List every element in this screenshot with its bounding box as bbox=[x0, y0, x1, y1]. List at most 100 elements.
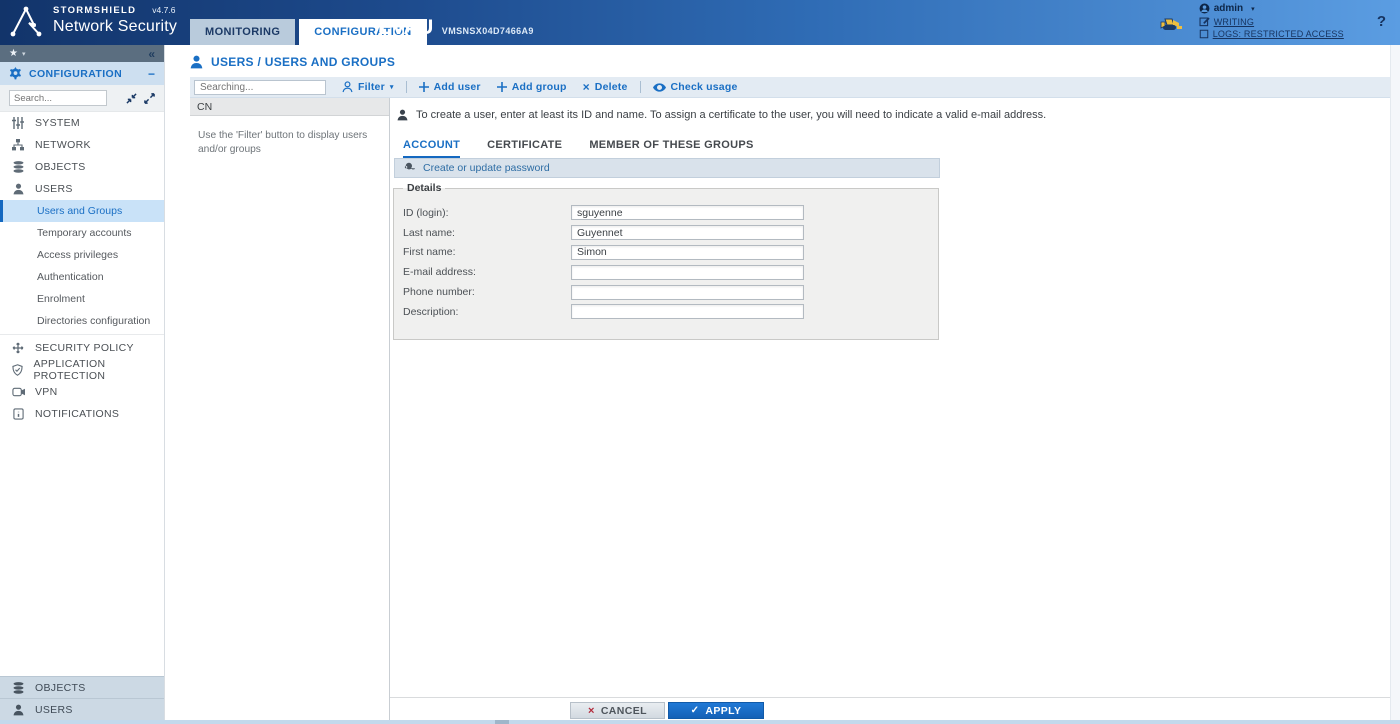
filter-button[interactable]: Filter ▾ bbox=[334, 81, 402, 93]
sidebar: ★ ▾ « CONFIGURATION − bbox=[0, 45, 165, 720]
configuration-label: CONFIGURATION bbox=[29, 68, 122, 80]
field-row-id: ID (login): bbox=[403, 203, 938, 223]
field-row-phone: Phone number: bbox=[403, 282, 938, 302]
sidebar-footer: OBJECTS USERS bbox=[0, 676, 164, 720]
edit-icon bbox=[1199, 16, 1210, 27]
id-login-field[interactable] bbox=[571, 205, 804, 220]
add-user-button[interactable]: Add user bbox=[411, 81, 489, 93]
writing-mode-label: WRITING bbox=[1214, 17, 1254, 27]
chevron-down-icon: ▾ bbox=[390, 83, 394, 91]
user-icon bbox=[11, 704, 25, 716]
top-bar: STORMSHIELD v4.7.6 Network Security MONI… bbox=[0, 0, 1400, 45]
top-right-menu: admin ▾ WRITING LOGS: RESTRICTED ACCESS bbox=[1159, 3, 1386, 39]
configuration-header: CONFIGURATION − bbox=[0, 62, 164, 85]
user-icon bbox=[190, 55, 203, 69]
field-row-first-name: First name: bbox=[403, 243, 938, 263]
cancel-button[interactable]: × CANCEL bbox=[570, 702, 665, 719]
vertical-scrollbar[interactable] bbox=[1390, 45, 1400, 720]
sidebar-item-objects[interactable]: OBJECTS bbox=[0, 156, 164, 178]
search-input[interactable] bbox=[194, 80, 326, 95]
user-menu[interactable]: admin ▾ bbox=[1199, 3, 1344, 14]
favorites-bar: ★ ▾ « bbox=[0, 45, 164, 62]
footer-item-users[interactable]: USERS bbox=[0, 698, 164, 720]
tab-monitoring[interactable]: MONITORING bbox=[190, 19, 295, 45]
field-row-last-name: Last name: bbox=[403, 223, 938, 243]
sidebar-item-application-protection[interactable]: APPLICATION PROTECTION bbox=[0, 359, 164, 381]
create-update-password-button[interactable]: Create or update password bbox=[394, 158, 940, 178]
x-icon: × bbox=[588, 705, 595, 717]
check-icon: ✓ bbox=[691, 705, 700, 716]
plus-icon bbox=[419, 82, 429, 92]
footer-item-objects[interactable]: OBJECTS bbox=[0, 676, 164, 698]
appliance-serial: VMSNSX04D7466A9 bbox=[442, 26, 534, 36]
sidebar-item-vpn[interactable]: VPN bbox=[0, 381, 164, 403]
user-circle-icon bbox=[1199, 3, 1210, 14]
id-login-label: ID (login): bbox=[403, 207, 571, 219]
sidebar-item-access-privileges[interactable]: Access privileges bbox=[0, 244, 164, 266]
crosshair-icon bbox=[11, 342, 25, 354]
apply-button[interactable]: ✓ APPLY bbox=[668, 702, 764, 719]
user-list-panel: CN Use the 'Filter' button to display us… bbox=[190, 98, 390, 720]
check-usage-button[interactable]: Check usage bbox=[645, 81, 746, 93]
info-text: To create a user, enter at least its ID … bbox=[416, 109, 1046, 121]
tab-certificate[interactable]: CERTIFICATE bbox=[487, 139, 562, 159]
username-label: admin bbox=[1214, 3, 1243, 14]
divider bbox=[406, 81, 407, 93]
description-field[interactable] bbox=[571, 304, 804, 319]
tab-member-of-these-groups[interactable]: MEMBER OF THESE GROUPS bbox=[589, 139, 753, 159]
tab-account[interactable]: ACCOUNT bbox=[403, 139, 460, 159]
plus-icon bbox=[497, 82, 507, 92]
action-bar: × CANCEL ✓ APPLY bbox=[390, 697, 1390, 720]
sidebar-item-network[interactable]: NETWORK bbox=[0, 134, 164, 156]
key-icon bbox=[403, 162, 415, 174]
email-field[interactable] bbox=[571, 265, 804, 280]
cn-column-header[interactable]: CN bbox=[190, 98, 389, 116]
first-name-field[interactable] bbox=[571, 245, 804, 260]
vpn-tunnel-icon bbox=[11, 387, 25, 397]
phone-field[interactable] bbox=[571, 285, 804, 300]
sidebar-item-users[interactable]: USERS bbox=[0, 178, 164, 200]
sidebar-search-input[interactable] bbox=[9, 90, 107, 106]
logs-access-link[interactable]: LOGS: RESTRICTED ACCESS bbox=[1199, 29, 1344, 39]
bulldozer-icon bbox=[1159, 16, 1184, 35]
sidebar-item-system[interactable]: SYSTEM bbox=[0, 112, 164, 134]
brand-subtitle: Network Security bbox=[53, 18, 177, 36]
x-icon: × bbox=[583, 80, 590, 94]
eye-icon bbox=[653, 83, 666, 92]
chevron-down-icon[interactable]: ▾ bbox=[22, 50, 26, 58]
password-link-label: Create or update password bbox=[423, 162, 550, 174]
details-fieldset: Details ID (login): Last name: First nam… bbox=[393, 182, 939, 340]
field-row-email: E-mail address: bbox=[403, 262, 938, 282]
database-icon bbox=[11, 161, 25, 173]
sidebar-item-enrolment[interactable]: Enrolment bbox=[0, 288, 164, 310]
sidebar-item-authentication[interactable]: Authentication bbox=[0, 266, 164, 288]
sidebar-item-temporary-accounts[interactable]: Temporary accounts bbox=[0, 222, 164, 244]
help-button[interactable]: ? bbox=[1377, 13, 1386, 30]
collapse-sidebar-icon[interactable]: « bbox=[148, 47, 155, 61]
sidebar-item-notifications[interactable]: NOTIFICATIONS bbox=[0, 403, 164, 425]
add-group-button[interactable]: Add group bbox=[489, 81, 575, 93]
horizontal-scrollbar[interactable] bbox=[0, 720, 1400, 724]
filter-user-icon bbox=[342, 81, 353, 93]
last-name-field[interactable] bbox=[571, 225, 804, 240]
minimize-icon[interactable]: − bbox=[148, 67, 155, 81]
field-row-description: Description: bbox=[403, 302, 938, 322]
collapse-all-icon[interactable] bbox=[126, 93, 137, 104]
description-label: Description: bbox=[403, 306, 571, 318]
sidebar-item-security-policy[interactable]: SECURITY POLICY bbox=[0, 337, 164, 359]
info-row: To create a user, enter at least its ID … bbox=[397, 109, 1046, 121]
database-icon bbox=[11, 682, 25, 694]
sidebar-item-users-and-groups[interactable]: Users and Groups bbox=[0, 200, 164, 222]
writing-mode-link[interactable]: WRITING bbox=[1199, 16, 1344, 27]
appliance-name: EVAU bbox=[378, 16, 433, 40]
chevron-down-icon: ▾ bbox=[1251, 5, 1255, 13]
stormshield-admin-window: STORMSHIELD v4.7.6 Network Security MONI… bbox=[0, 0, 1400, 724]
sidebar-item-directories-configuration[interactable]: Directories configuration bbox=[0, 310, 164, 332]
favorites-star-icon[interactable]: ★ bbox=[9, 48, 18, 59]
list-empty-message: Use the 'Filter' button to display users… bbox=[190, 116, 389, 158]
splitter-handle[interactable] bbox=[495, 720, 509, 724]
user-icon bbox=[397, 109, 408, 121]
appliance-identity: EVAU VMSNSX04D7466A9 bbox=[378, 16, 534, 40]
delete-button[interactable]: × Delete bbox=[575, 80, 636, 94]
expand-all-icon[interactable] bbox=[144, 93, 155, 104]
